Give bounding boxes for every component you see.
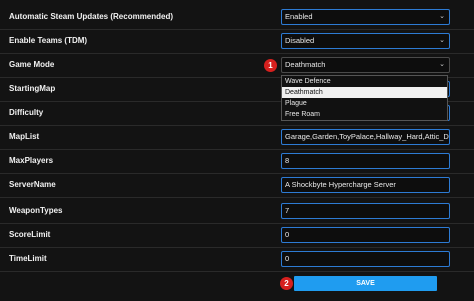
server-name-input[interactable]: A Shockbyte Hypercharge Server: [281, 177, 450, 193]
setting-label: MaxPlayers: [9, 156, 54, 165]
dropdown-option[interactable]: Plague: [282, 98, 447, 109]
setting-label: Difficulty: [9, 108, 44, 117]
setting-row-server-name: ServerName A Shockbyte Hypercharge Serve…: [0, 173, 474, 198]
setting-row-score-limit: ScoreLimit 0: [0, 223, 474, 248]
chevron-down-icon: ⌄: [439, 13, 445, 20]
chevron-down-icon: ⌄: [439, 61, 445, 68]
setting-label: ServerName: [9, 180, 56, 189]
setting-label: TimeLimit: [9, 254, 47, 263]
setting-label: ScoreLimit: [9, 230, 51, 239]
setting-row-time-limit: TimeLimit 0: [0, 247, 474, 272]
steam-updates-select[interactable]: Enabled ⌄: [281, 9, 450, 25]
time-limit-input[interactable]: 0: [281, 251, 450, 267]
step-badge-1: 1: [264, 59, 277, 72]
setting-label: Enable Teams (TDM): [9, 36, 88, 45]
setting-label: StartingMap: [9, 84, 56, 93]
max-players-input[interactable]: 8: [281, 153, 450, 169]
dropdown-option[interactable]: Wave Defence: [282, 76, 447, 87]
dropdown-option-selected[interactable]: Deathmatch: [282, 87, 447, 98]
setting-label: MapList: [9, 132, 40, 141]
save-button[interactable]: SAVE: [294, 276, 437, 291]
select-value: Disabled: [285, 36, 315, 45]
map-list-input[interactable]: Garage,Garden,ToyPalace,Hallway_Hard,Att…: [281, 129, 450, 145]
chevron-down-icon: ⌄: [439, 37, 445, 44]
setting-row-steam-updates: Automatic Steam Updates (Recommended) En…: [0, 5, 474, 30]
setting-label: Game Mode: [9, 60, 55, 69]
setting-row-map-list: MapList Garage,Garden,ToyPalace,Hallway_…: [0, 125, 474, 150]
game-mode-dropdown-list: Wave Defence Deathmatch Plague Free Roam: [281, 75, 448, 121]
setting-row-enable-teams: Enable Teams (TDM) Disabled ⌄: [0, 29, 474, 54]
setting-label: Automatic Steam Updates (Recommended): [9, 12, 174, 21]
step-badge-2: 2: [280, 277, 293, 290]
setting-row-max-players: MaxPlayers 8: [0, 149, 474, 174]
setting-label: WeaponTypes: [9, 206, 63, 215]
select-value: Enabled: [285, 12, 313, 21]
select-value: Deathmatch: [285, 60, 326, 69]
weapon-types-input[interactable]: 7: [281, 203, 450, 219]
setting-row-weapon-types: WeaponTypes 7: [0, 199, 474, 224]
game-mode-select[interactable]: Deathmatch ⌄: [281, 57, 450, 73]
score-limit-input[interactable]: 0: [281, 227, 450, 243]
dropdown-option[interactable]: Free Roam: [282, 109, 447, 120]
enable-teams-select[interactable]: Disabled ⌄: [281, 33, 450, 49]
